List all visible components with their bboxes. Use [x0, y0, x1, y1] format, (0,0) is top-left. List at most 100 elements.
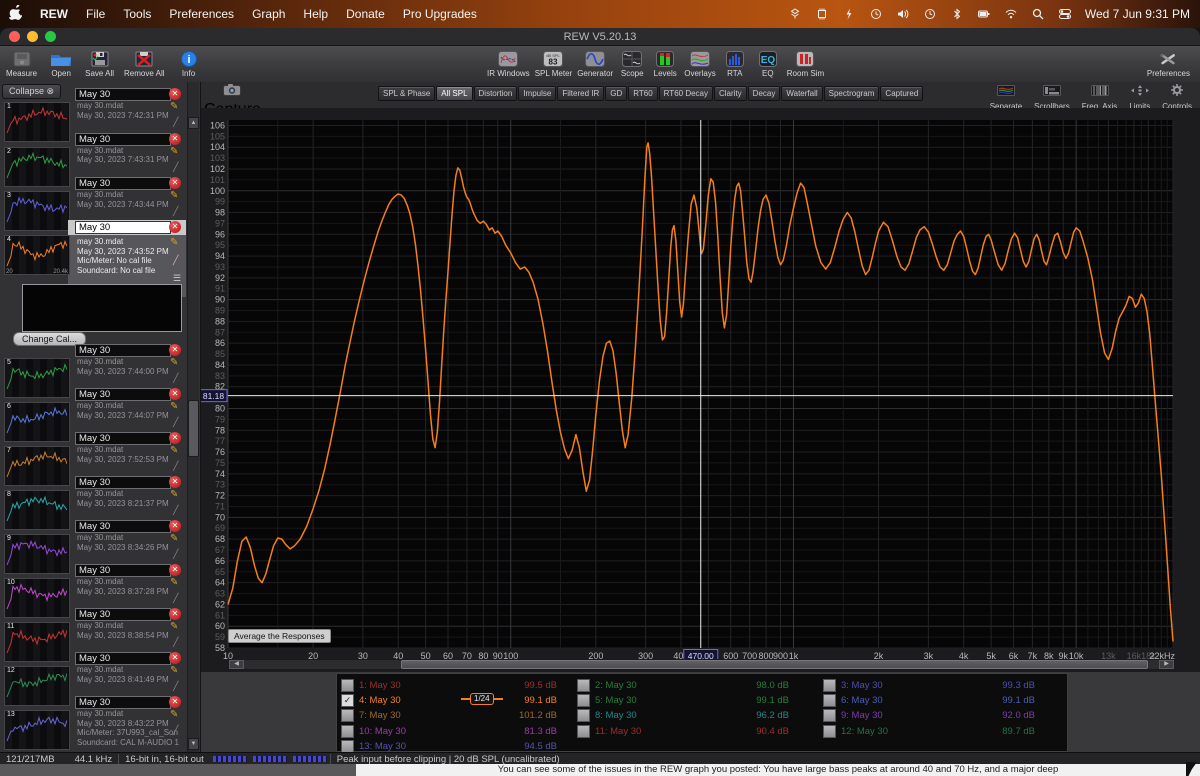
tab-impulse[interactable]: Impulse [518, 86, 556, 101]
room-sim-button[interactable]: Room Sim [787, 49, 824, 78]
measurement-entry-12[interactable]: ✕may 30.mdatMay 30, 2023 8:41:49 PM✎╱12 [0, 651, 186, 695]
legend-checkbox[interactable]: ✓ [341, 694, 354, 707]
measurement-name-input[interactable] [75, 476, 171, 489]
trace-color-icon[interactable]: ╱ [173, 593, 178, 604]
apple-menu-icon[interactable] [9, 5, 22, 23]
smoothing-indicator[interactable]: 1/24 [461, 693, 503, 705]
legend-checkbox[interactable] [577, 694, 590, 707]
measurement-entry-5[interactable]: ✕may 30.mdatMay 30, 2023 7:44:00 PM✎╱5 [0, 343, 186, 387]
spl-meter-button[interactable]: dB SPL83SPL Meter [535, 49, 573, 78]
battery-icon[interactable] [977, 7, 991, 21]
measurement-entry-4[interactable]: ✕may 30.mdatMay 30, 2023 7:43:52 PMMic/M… [0, 220, 186, 332]
delete-measurement-button[interactable]: ✕ [169, 133, 181, 145]
legend-checkbox[interactable] [823, 694, 836, 707]
measurement-entry-2[interactable]: ✕may 30.mdatMay 30, 2023 7:43:31 PM✎╱2 [0, 132, 186, 176]
measurement-name-input[interactable] [75, 564, 171, 577]
trace-color-icon[interactable]: ╱ [173, 725, 178, 736]
bluetooth-icon[interactable] [950, 7, 964, 21]
edit-notes-icon[interactable]: ✎ [170, 101, 178, 112]
trace-color-icon[interactable]: ╱ [173, 417, 178, 428]
info-button[interactable]: iInfo [175, 49, 203, 78]
measurement-name-input[interactable] [75, 652, 171, 665]
trace-color-icon[interactable]: ╱ [173, 461, 178, 472]
tab-filtered-ir[interactable]: Filtered IR [557, 86, 604, 101]
delete-measurement-button[interactable]: ✕ [169, 388, 181, 400]
legend-checkbox[interactable] [341, 725, 354, 738]
measurement-entry-9[interactable]: ✕may 30.mdatMay 30, 2023 8:34:26 PM✎╱9 [0, 519, 186, 563]
measurement-entry-10[interactable]: ✕may 30.mdatMay 30, 2023 8:37:28 PM✎╱10 [0, 563, 186, 607]
tab-decay[interactable]: Decay [748, 86, 781, 101]
scope-button[interactable]: Scope [618, 49, 646, 78]
trace-color-icon[interactable]: ╱ [173, 637, 178, 648]
legend-checkbox[interactable] [341, 709, 354, 722]
edit-notes-icon[interactable]: ✎ [170, 445, 178, 456]
sidebar-scroll-down-icon[interactable]: ▼ [188, 738, 199, 750]
preferences-button[interactable]: Preferences [1147, 49, 1190, 78]
menu-item-help[interactable]: Help [303, 7, 328, 21]
measurement-entry-11[interactable]: ✕may 30.mdatMay 30, 2023 8:38:54 PM✎╱11 [0, 607, 186, 651]
menubar-clock[interactable]: Wed 7 Jun 9:31 PM [1085, 7, 1190, 21]
measurement-entry-6[interactable]: ✕may 30.mdatMay 30, 2023 7:44:07 PM✎╱6 [0, 387, 186, 431]
edit-notes-icon[interactable]: ✎ [170, 146, 178, 157]
tab-distortion[interactable]: Distortion [474, 86, 518, 101]
measurement-name-input[interactable] [75, 221, 171, 234]
tab-gd[interactable]: GD [605, 86, 627, 101]
wifi-icon[interactable] [1004, 7, 1018, 21]
delete-measurement-button[interactable]: ✕ [169, 221, 181, 233]
legend-label[interactable]: 11: May 30 [595, 726, 641, 737]
dropbox-icon[interactable] [788, 7, 802, 21]
edit-notes-icon[interactable]: ✎ [170, 533, 178, 544]
delete-measurement-button[interactable]: ✕ [169, 177, 181, 189]
tab-rt60-decay[interactable]: RT60 Decay [659, 86, 713, 101]
measurement-entry-7[interactable]: ✕may 30.mdatMay 30, 2023 7:52:53 PM✎╱7 [0, 431, 186, 475]
measurement-entry-8[interactable]: ✕may 30.mdatMay 30, 2023 8:21:37 PM✎╱8 [0, 475, 186, 519]
edit-notes-icon[interactable]: ✎ [170, 190, 178, 201]
legend-label[interactable]: 13: May 30 [359, 741, 406, 752]
delete-measurement-button[interactable]: ✕ [169, 564, 181, 576]
menu-item-file[interactable]: File [86, 7, 105, 21]
measurement-name-input[interactable] [75, 520, 171, 533]
legend-label[interactable]: 10: May 30 [359, 726, 406, 737]
menu-item-rew[interactable]: REW [40, 7, 68, 21]
frequency-scrollbar[interactable]: ◀ ▶ [228, 659, 1175, 670]
trace-color-icon[interactable]: ╱ [173, 255, 178, 266]
legend-label[interactable]: 9: May 30 [841, 710, 883, 721]
notes-doc-icon[interactable]: ☰ [173, 273, 181, 284]
measurement-name-input[interactable] [75, 133, 171, 146]
legend-checkbox[interactable] [823, 679, 836, 692]
menu-item-preferences[interactable]: Preferences [169, 7, 234, 21]
delete-measurement-button[interactable]: ✕ [169, 476, 181, 488]
bolt-icon[interactable] [842, 7, 856, 21]
trace-color-icon[interactable]: ╱ [173, 206, 178, 217]
tab-captured[interactable]: Captured [880, 86, 923, 101]
tab-waterfall[interactable]: Waterfall [781, 86, 822, 101]
legend-label[interactable]: 5: May 30 [595, 695, 637, 706]
average-responses-button[interactable]: Average the Responses [228, 629, 331, 643]
measurement-name-input[interactable] [75, 696, 171, 709]
memory-icon[interactable] [815, 7, 829, 21]
trace-color-icon[interactable]: ╱ [173, 162, 178, 173]
legend-label[interactable]: 4: May 30 [359, 695, 401, 706]
legend-label[interactable]: 2: May 30 [595, 680, 637, 691]
ir-windows-button[interactable]: IR Windows [487, 49, 530, 78]
delete-measurement-button[interactable]: ✕ [169, 608, 181, 620]
sidebar-scrollbar-thumb[interactable] [188, 400, 199, 457]
measurement-thumbnail[interactable]: 42020.4k [4, 235, 70, 275]
scroll-right-icon[interactable]: ▶ [1159, 660, 1174, 669]
measurement-name-input[interactable] [75, 344, 171, 357]
measure-button[interactable]: Measure [6, 49, 37, 78]
measurement-entry-13[interactable]: ✕may 30.mdatMay 30, 2023 8:43:22 PMMic/M… [0, 695, 186, 739]
tab-spectrogram[interactable]: Spectrogram [824, 86, 880, 101]
levels-button[interactable]: Levels [651, 49, 679, 78]
tab-all-spl[interactable]: All SPL [436, 86, 472, 101]
edit-notes-icon[interactable]: ✎ [170, 577, 178, 588]
legend-label[interactable]: 8: May 30 [595, 710, 637, 721]
control-center-icon[interactable] [1058, 7, 1072, 21]
rta-button[interactable]: RTA [721, 49, 749, 78]
frequency-scrollbar-thumb[interactable] [401, 660, 1148, 669]
scroll-left-icon[interactable]: ◀ [229, 660, 244, 669]
save-all-button[interactable]: Save All [85, 49, 114, 78]
controls-button[interactable]: Controls [1162, 83, 1192, 111]
tab-rt60[interactable]: RT60 [628, 86, 657, 101]
trace-color-icon[interactable]: ╱ [173, 505, 178, 516]
